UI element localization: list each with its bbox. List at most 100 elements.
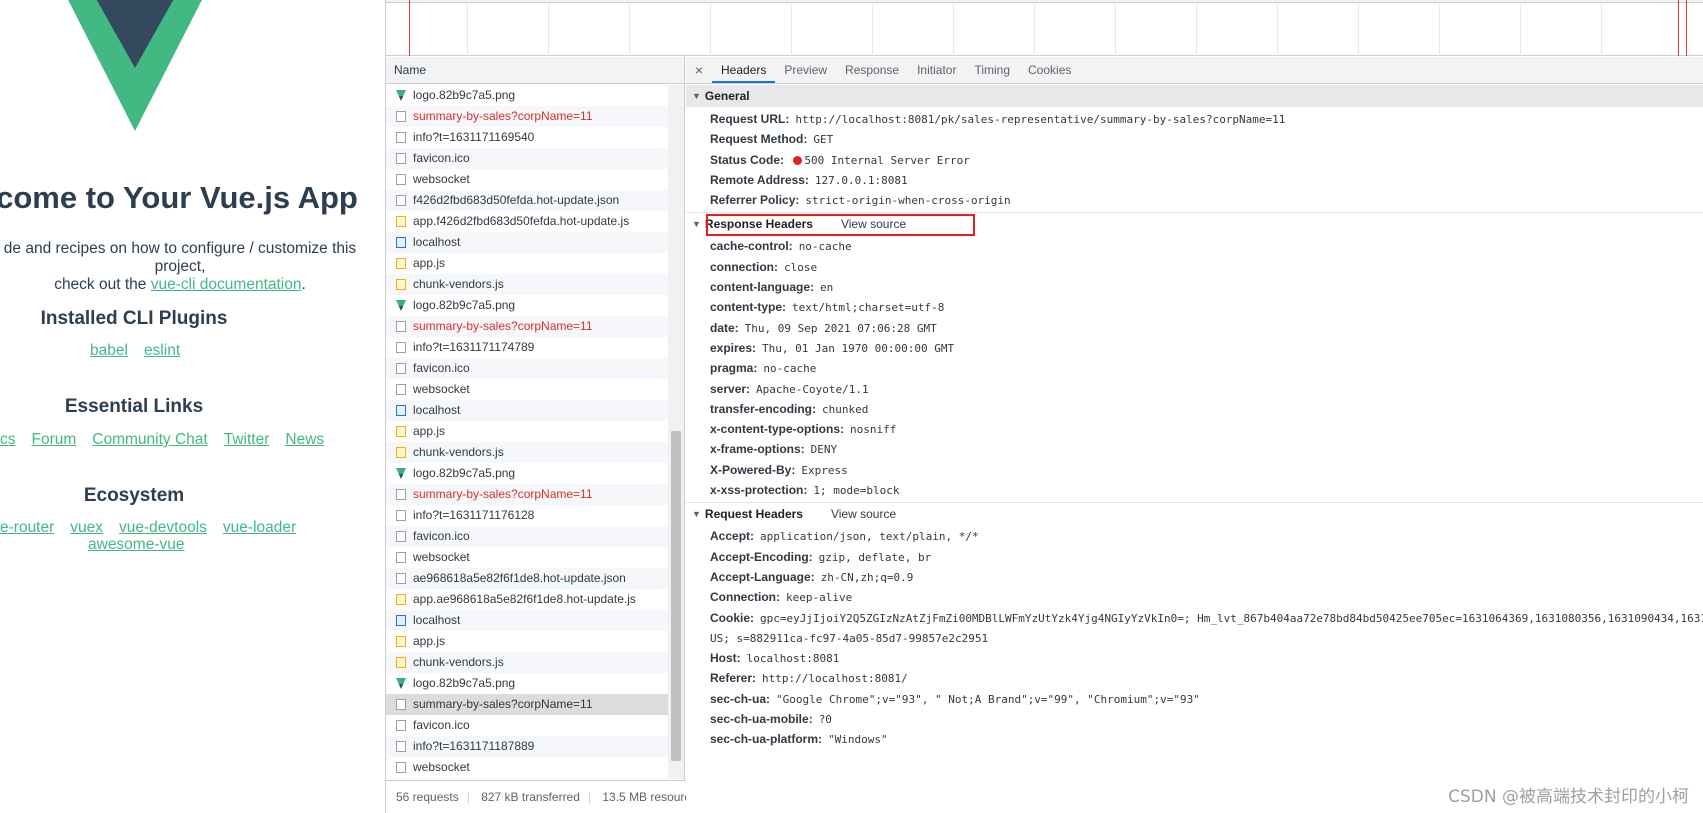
header-key: Request Method: bbox=[710, 132, 808, 147]
intro-line-1: de and recipes on how to configure / cus… bbox=[3, 240, 357, 257]
essential-link-twitter[interactable]: Twitter bbox=[224, 431, 270, 448]
header-value: http://localhost:8081/ bbox=[762, 672, 908, 686]
request-row[interactable]: summary-by-sales?corpName=11 bbox=[386, 694, 668, 715]
header-value: http://localhost:8081/pk/sales-represent… bbox=[795, 113, 1286, 126]
header-key: Remote Address: bbox=[710, 172, 809, 187]
request-row[interactable]: f426d2fbd683d50fefda.hot-update.json bbox=[386, 190, 668, 211]
request-row[interactable]: info?t=1631171187889 bbox=[386, 736, 668, 757]
header-value: zh-CN,zh;q=0.9 bbox=[820, 570, 914, 584]
request-row[interactable]: summary-by-sales?corpName=11 bbox=[386, 484, 668, 505]
request-row[interactable]: chunk-vendors.js bbox=[386, 442, 668, 463]
request-row[interactable]: favicon.ico bbox=[386, 358, 668, 379]
tab-headers[interactable]: Headers bbox=[712, 57, 776, 83]
eco-link-vue-router[interactable]: e-router bbox=[0, 519, 54, 536]
request-name: app.js bbox=[413, 256, 446, 270]
request-detail-pane: × Headers Preview Response Initiator Tim… bbox=[686, 57, 1703, 813]
header-value: US; s=882911ca-fc97-4a05-85d7-99857e2c29… bbox=[710, 631, 989, 645]
script-file-icon bbox=[396, 258, 406, 269]
file-icon bbox=[396, 741, 406, 752]
network-overview-timeline[interactable] bbox=[386, 0, 1703, 56]
request-row[interactable]: info?t=1631171176128 bbox=[386, 505, 668, 526]
header-row: content-type: text/html;charset=utf-8 bbox=[686, 297, 1703, 317]
tab-timing[interactable]: Timing bbox=[965, 57, 1019, 83]
request-row[interactable]: logo.82b9c7a5.png bbox=[386, 673, 668, 694]
request-row[interactable]: app.js bbox=[386, 253, 668, 274]
overview-load-marker bbox=[1686, 0, 1687, 56]
header-row: Request URL: http://localhost:8081/pk/sal… bbox=[686, 109, 1703, 129]
name-column-header[interactable]: Name bbox=[386, 57, 684, 84]
tab-preview[interactable]: Preview bbox=[775, 57, 836, 83]
eco-link-vue-loader[interactable]: vue-loader bbox=[223, 519, 296, 536]
request-headers-section-header[interactable]: ▼ Request Headers View source bbox=[686, 503, 1703, 526]
request-name: favicon.ico bbox=[413, 151, 470, 165]
request-row[interactable]: ae968618a5e82f6f1de8.hot-update.json bbox=[386, 568, 668, 589]
header-row: x-frame-options: DENY bbox=[686, 439, 1703, 459]
request-list: Name logo.82b9c7a5.png summary-by-sales?c… bbox=[386, 57, 685, 781]
vue-cli-docs-link[interactable]: vue-cli documentation bbox=[151, 276, 302, 293]
request-row[interactable]: app.ae968618a5e82f6f1de8.hot-update.js bbox=[386, 589, 668, 610]
request-name: summary-by-sales?corpName=11 bbox=[413, 487, 593, 501]
request-row[interactable]: info?t=1631171169540 bbox=[386, 127, 668, 148]
request-list-scrollbar[interactable] bbox=[668, 85, 684, 779]
request-row[interactable]: summary-by-sales?corpName=11 bbox=[386, 316, 668, 337]
request-row[interactable]: favicon.ico bbox=[386, 148, 668, 169]
tab-cookies[interactable]: Cookies bbox=[1019, 57, 1080, 83]
ecosystem-links-row-1: e-router vuex vue-devtools vue-loader bbox=[0, 519, 304, 537]
request-row[interactable]: favicon.ico bbox=[386, 715, 668, 736]
overview-load-marker bbox=[409, 0, 410, 56]
request-row[interactable]: websocket bbox=[386, 169, 668, 190]
request-name: chunk-vendors.js bbox=[413, 277, 504, 291]
file-icon bbox=[396, 489, 406, 500]
header-value: chunked bbox=[822, 402, 869, 416]
eco-link-awesome-vue[interactable]: awesome-vue bbox=[88, 536, 185, 553]
tab-initiator[interactable]: Initiator bbox=[908, 57, 965, 83]
file-icon bbox=[396, 111, 406, 122]
plugin-link-eslint[interactable]: eslint bbox=[144, 342, 180, 359]
request-row[interactable]: app.js bbox=[386, 631, 668, 652]
request-row[interactable]: app.js bbox=[386, 421, 668, 442]
request-row[interactable]: favicon.ico bbox=[386, 526, 668, 547]
general-section-header[interactable]: ▼ General bbox=[686, 85, 1703, 107]
scrollbar-thumb[interactable] bbox=[671, 431, 681, 761]
overview-gridline bbox=[1520, 0, 1521, 56]
request-name: app.js bbox=[413, 634, 446, 648]
overview-gridline bbox=[710, 0, 711, 56]
essential-link-community-chat[interactable]: Community Chat bbox=[92, 431, 207, 448]
request-row[interactable]: app.f426d2fbd683d50fefda.hot-update.js bbox=[386, 211, 668, 232]
tab-response[interactable]: Response bbox=[836, 57, 908, 83]
request-name: websocket bbox=[413, 172, 470, 186]
header-key: content-language: bbox=[710, 280, 814, 295]
request-row[interactable]: chunk-vendors.js bbox=[386, 652, 668, 673]
eco-link-vuex[interactable]: vuex bbox=[70, 519, 103, 536]
request-row[interactable]: localhost bbox=[386, 232, 668, 253]
essential-link-forum[interactable]: Forum bbox=[32, 431, 77, 448]
overview-ruler bbox=[386, 0, 1703, 3]
header-key: Referer: bbox=[710, 671, 757, 686]
request-row[interactable]: logo.82b9c7a5.png bbox=[386, 463, 668, 484]
status-separator: | bbox=[466, 790, 470, 804]
request-row[interactable]: localhost bbox=[386, 610, 668, 631]
header-row: cache-control: no-cache bbox=[686, 236, 1703, 256]
request-row[interactable]: websocket bbox=[386, 379, 668, 400]
request-row[interactable]: chunk-vendors.js bbox=[386, 274, 668, 295]
request-row[interactable]: websocket bbox=[386, 547, 668, 568]
request-row[interactable]: info?t=1631171174789 bbox=[386, 337, 668, 358]
request-view-source-link[interactable]: View source bbox=[831, 503, 896, 526]
essential-link-news[interactable]: News bbox=[285, 431, 324, 448]
request-name: logo.82b9c7a5.png bbox=[413, 298, 516, 312]
request-row[interactable]: summary-by-sales?corpName=11 bbox=[386, 106, 668, 127]
request-name: websocket bbox=[413, 760, 470, 774]
header-value: localhost:8081 bbox=[746, 652, 840, 666]
request-row[interactable]: logo.82b9c7a5.png bbox=[386, 295, 668, 316]
overview-gridline bbox=[953, 0, 954, 56]
eco-link-vue-devtools[interactable]: vue-devtools bbox=[119, 519, 207, 536]
document-file-icon bbox=[396, 615, 406, 626]
request-row[interactable]: logo.82b9c7a5.png bbox=[386, 85, 668, 106]
header-value: no-cache bbox=[763, 362, 817, 376]
request-row[interactable]: localhost bbox=[386, 400, 668, 421]
plugin-link-babel[interactable]: babel bbox=[90, 342, 128, 359]
request-row[interactable]: websocket bbox=[386, 757, 668, 778]
essential-link-docs[interactable]: cs bbox=[0, 431, 16, 448]
resources-size: 13.5 MB resource bbox=[602, 790, 686, 804]
close-icon[interactable]: × bbox=[686, 57, 712, 83]
